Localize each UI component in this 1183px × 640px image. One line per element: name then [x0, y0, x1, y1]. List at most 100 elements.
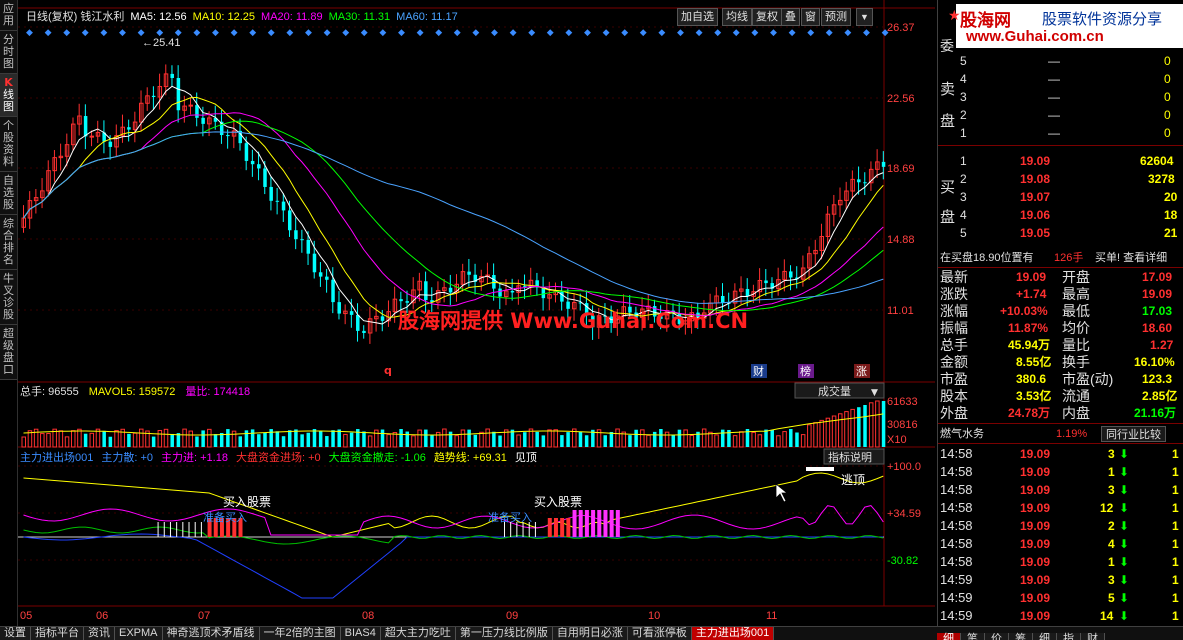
news-marker-bang[interactable]: 榜	[800, 364, 811, 378]
buy-signal-bar	[553, 518, 558, 537]
volume-bar	[770, 430, 774, 447]
toolbar-button-1[interactable]: 均线	[722, 8, 752, 26]
tick-volume: 1	[1108, 465, 1115, 479]
right-tab-0[interactable]: 细	[937, 633, 961, 640]
buy-volume: 62604	[1140, 154, 1174, 168]
bottom-tab-8[interactable]: 第一压力线比例版	[455, 627, 553, 640]
sidebar-item-0[interactable]: 应用	[0, 0, 17, 31]
candle-body	[257, 164, 261, 169]
event-marker-icon: ◆	[435, 28, 442, 38]
bottom-tab-5[interactable]: 一年2倍的主图	[259, 627, 341, 640]
candle-body	[188, 104, 194, 107]
buy-signal-bar-magenta	[584, 510, 589, 537]
right-panel: 股海网 股票软件资源分享 www.Guhai.com.cn ★ 委 5—0 4—0 3…	[937, 0, 1183, 640]
bottom-tab-3[interactable]: EXPMA	[115, 627, 163, 640]
bottom-tab-0[interactable]: 设置	[0, 627, 31, 640]
bottom-tab-4[interactable]: 神奇逃顶术矛盾线	[162, 627, 260, 640]
event-marker-icon: ◆	[770, 28, 777, 38]
sidebar-item-6[interactable]: 牛叉诊股	[0, 270, 17, 325]
event-marker-icon: ◆	[417, 28, 424, 38]
right-tab-1[interactable]: 笔	[961, 633, 985, 640]
prepare-buy-label-2: 准备买入	[488, 510, 532, 524]
sidebar-item-4[interactable]: 自选股	[0, 172, 17, 215]
event-marker-icon: ◆	[342, 28, 349, 38]
candle-body	[863, 182, 867, 184]
candle-body	[362, 330, 366, 333]
event-marker-icon: ◆	[305, 28, 312, 38]
toolbar-button-0[interactable]: 加自选	[677, 8, 718, 26]
event-marker-icon: ◆	[212, 28, 219, 38]
sell-volume: 0	[1164, 90, 1171, 104]
svg-text:主力进出场001主力散: +0主力进: +1.18大盘资金进: 主力进出场001 主力散: +0 主力进: +1.18 大盘资金进场: +0 大盘资金撤…	[20, 450, 537, 464]
bottom-tab-7[interactable]: 超大主力吃吐	[380, 627, 456, 640]
right-tab-2[interactable]: 价	[985, 633, 1009, 640]
down-arrow-icon: ⬇	[1119, 573, 1130, 587]
quote-value: 11.87%	[1008, 321, 1049, 335]
bottom-tab-2[interactable]: 资讯	[84, 627, 115, 640]
header-ma10: MA10: 12.25	[193, 11, 255, 23]
down-arrow-icon: ⬇	[1119, 555, 1130, 569]
right-tab-5[interactable]: 指	[1057, 633, 1081, 640]
sidebar-item-3[interactable]: 个股资料	[0, 117, 17, 172]
x-axis-label: 11	[766, 610, 777, 622]
toolbar-button-4[interactable]: 窗	[801, 8, 820, 26]
x-axis-label: 10	[648, 610, 660, 622]
left-sidebar: 应用分时图K线图个股资料自选股综合排名牛叉诊股超级盘口	[0, 0, 18, 628]
candle-body	[337, 302, 341, 314]
quote-label: 涨跌	[940, 286, 968, 302]
news-marker-q[interactable]: q	[384, 364, 392, 377]
volume-bar	[757, 434, 763, 448]
volume-bar	[881, 401, 886, 447]
right-tab-4[interactable]: 细	[1033, 633, 1057, 640]
ma5-line	[23, 85, 884, 325]
indicator-zldsan: 主力散: +0	[101, 450, 153, 464]
volume-bar	[424, 429, 428, 447]
sidebar-item-5[interactable]: 综合排名	[0, 215, 17, 270]
volume-bar	[460, 429, 466, 448]
header-ma5: MA5: 12.56	[130, 11, 186, 23]
bottom-tab-6[interactable]: BIAS4	[340, 627, 381, 640]
candle-body	[244, 143, 249, 161]
dapan-line	[23, 533, 884, 599]
news-marker-cai[interactable]: 财	[753, 364, 764, 378]
bottom-tab-9[interactable]: 自用明日必涨	[552, 627, 628, 640]
sell-price: —	[1048, 126, 1060, 140]
sidebar-item-7[interactable]: 超级盘口	[0, 325, 17, 380]
candle-body	[151, 95, 156, 98]
sidebar-item-2[interactable]: K线图	[0, 74, 17, 117]
volume-bar	[411, 435, 416, 448]
chevron-down-icon[interactable]: ▼	[856, 8, 873, 26]
bottom-tab-11[interactable]: 主力进出场001	[691, 627, 775, 640]
kline-chart[interactable]: 日线(复权) 钱江水利 MA5: 12.56 MA10: 12.25 MA20: 11…	[18, 0, 935, 628]
right-tab-6[interactable]: 财	[1081, 633, 1105, 640]
sidebar-item-char: 股	[3, 198, 14, 211]
volume-bar	[170, 433, 174, 447]
sell-price: —	[1048, 108, 1060, 122]
tick-volume: 14	[1100, 609, 1114, 623]
right-tab-3[interactable]: 筹	[1009, 633, 1033, 640]
bottom-tab-10[interactable]: 可看涨停板	[627, 627, 692, 640]
industry-compare-button[interactable]: 同行业比较	[1101, 426, 1166, 442]
toolbar-button-5[interactable]: 预测	[821, 8, 851, 26]
toolbar-button-3[interactable]: 叠	[781, 8, 800, 26]
tick-count: 1	[1172, 609, 1179, 623]
bottom-tab-1[interactable]: 指标平台	[31, 627, 84, 640]
candle-body	[380, 316, 385, 321]
sidebar-item-1[interactable]: 分时图	[0, 31, 17, 74]
event-marker-icon: ◆	[789, 28, 796, 38]
candle-body	[201, 117, 205, 124]
panel-row: 3 — 0	[938, 88, 1183, 106]
buy-volume: 20	[1164, 190, 1178, 204]
indicator-help-label: 指标说明	[828, 450, 872, 464]
candle-body	[399, 299, 403, 302]
news-marker-zhang[interactable]: 涨	[856, 365, 867, 378]
quote-value: +1.74	[1016, 287, 1047, 301]
tick-price: 19.09	[1020, 591, 1051, 605]
event-marker-icon: ◆	[510, 28, 517, 38]
panel-row: 燃气水务 1.19% 同行业比较	[938, 425, 1183, 443]
quote-label: 最高	[1062, 286, 1090, 302]
indicator-trend: 趋势线: +69.31	[434, 450, 507, 464]
volume-bar	[331, 430, 335, 447]
toolbar-button-2[interactable]: 复权	[752, 8, 782, 26]
down-arrow-icon: ⬇	[1119, 591, 1130, 605]
